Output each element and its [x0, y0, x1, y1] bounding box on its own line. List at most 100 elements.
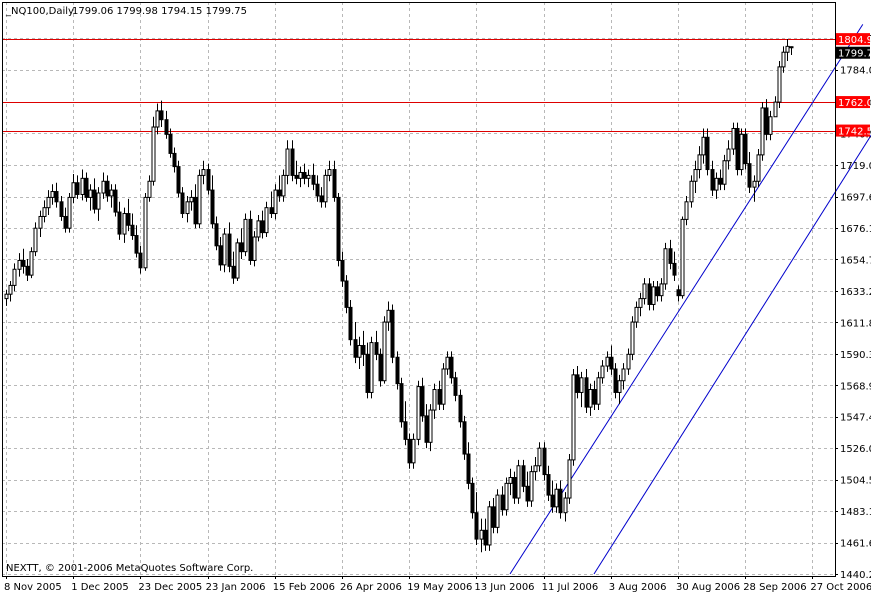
- candle-body: [67, 196, 72, 229]
- y-tick-label: 1676.15: [840, 224, 871, 235]
- candle-body: [525, 485, 530, 502]
- candle: [756, 149, 761, 188]
- candle-body: [126, 213, 131, 226]
- candle-body: [680, 218, 685, 297]
- candle-body: [285, 148, 290, 176]
- candle: [458, 389, 463, 428]
- candle-body: [143, 196, 148, 269]
- candle-body: [773, 101, 778, 118]
- candle-body: [378, 353, 383, 382]
- candle-body: [542, 447, 547, 476]
- candle-body: [193, 196, 198, 225]
- candle: [235, 238, 240, 281]
- candle-body: [466, 453, 471, 484]
- candle-body: [390, 309, 395, 358]
- candle: [462, 415, 467, 460]
- candle-body: [180, 192, 185, 215]
- x-tick-label: 23 Jan 2006: [206, 582, 266, 593]
- level-price-tag-label: 1762.02: [838, 98, 871, 109]
- candle-body: [264, 207, 269, 234]
- candle-body: [71, 182, 76, 198]
- candle-body: [693, 169, 698, 182]
- candle-body: [227, 233, 232, 267]
- candle-body: [294, 174, 299, 179]
- candle-body: [659, 283, 664, 297]
- candle: [542, 442, 547, 481]
- candle-body: [634, 306, 639, 323]
- candle-body: [399, 383, 404, 423]
- current-price-tag-label: 1799.75: [838, 49, 871, 60]
- candle-body: [726, 148, 731, 162]
- candle-body: [495, 494, 500, 528]
- chart-header-symbol: _NQ100,Daily: [5, 6, 74, 17]
- candle-body: [584, 377, 589, 408]
- x-tick-label: 3 Aug 2006: [609, 582, 667, 593]
- candle-body: [743, 133, 748, 165]
- candle: [369, 336, 374, 399]
- x-tick-label: 8 Nov 2005: [4, 582, 62, 593]
- candle-body: [424, 415, 429, 443]
- candle-body: [777, 66, 782, 103]
- candle-body: [605, 356, 610, 367]
- candle: [516, 459, 521, 504]
- price-chart[interactable]: 1805.71784.051762.021740.591719.051697.6…: [0, 0, 871, 594]
- candle-body: [365, 353, 370, 393]
- candle-body: [369, 342, 374, 393]
- candle-body: [579, 377, 584, 393]
- candle-body: [75, 182, 80, 195]
- candle-body: [38, 215, 43, 229]
- candle-body: [739, 133, 744, 171]
- candle-body: [684, 201, 689, 220]
- candle-body: [554, 488, 559, 508]
- candle: [596, 371, 601, 411]
- candle-body: [336, 196, 341, 261]
- candle-body: [21, 259, 26, 267]
- x-tick-label: 1 Dec 2005: [71, 582, 129, 593]
- candle: [323, 169, 328, 208]
- candle-body: [718, 177, 723, 185]
- candle: [378, 348, 383, 387]
- candle: [777, 61, 782, 108]
- candle-body: [164, 119, 169, 135]
- x-tick-label: 13 Jun 2006: [474, 582, 534, 593]
- candle-body: [147, 180, 152, 198]
- candle: [567, 454, 572, 504]
- candle-body: [12, 268, 17, 286]
- candle-body: [281, 174, 286, 197]
- candle-body: [101, 180, 106, 194]
- candle: [390, 304, 395, 364]
- y-tick-label: 1461.65: [840, 539, 871, 550]
- x-tick-label: 19 May 2006: [407, 582, 472, 593]
- candle-body: [46, 196, 51, 209]
- candle-body: [714, 177, 719, 191]
- chart-window[interactable]: 1805.71784.051762.021740.591719.051697.6…: [0, 0, 871, 594]
- candle-body: [764, 107, 769, 135]
- candle-body: [617, 380, 622, 393]
- y-tick-label: 1590.35: [840, 350, 871, 361]
- candle-body: [29, 251, 34, 276]
- candle: [176, 160, 181, 198]
- candle-body: [626, 353, 631, 370]
- candle-body: [96, 192, 101, 210]
- candle-body: [785, 45, 790, 53]
- candle-body: [201, 169, 206, 176]
- candle-body: [655, 286, 660, 297]
- candle-body: [315, 183, 320, 197]
- candle-body: [558, 488, 563, 514]
- x-tick-label: 11 Jul 2006: [542, 582, 599, 593]
- candle: [630, 316, 635, 361]
- candle-body: [189, 196, 194, 203]
- candle: [663, 242, 668, 290]
- candle-body: [239, 242, 244, 253]
- candle-body: [117, 211, 122, 235]
- candle: [336, 193, 341, 267]
- level-price-tag-label: 1804.93: [838, 35, 871, 46]
- candle: [243, 213, 248, 257]
- candle-body: [185, 201, 190, 215]
- candle-body: [122, 213, 127, 235]
- candle-body: [134, 235, 139, 254]
- candle-body: [701, 136, 706, 156]
- candle-body: [508, 477, 513, 484]
- candle-body: [710, 169, 715, 191]
- candle-body: [609, 356, 614, 370]
